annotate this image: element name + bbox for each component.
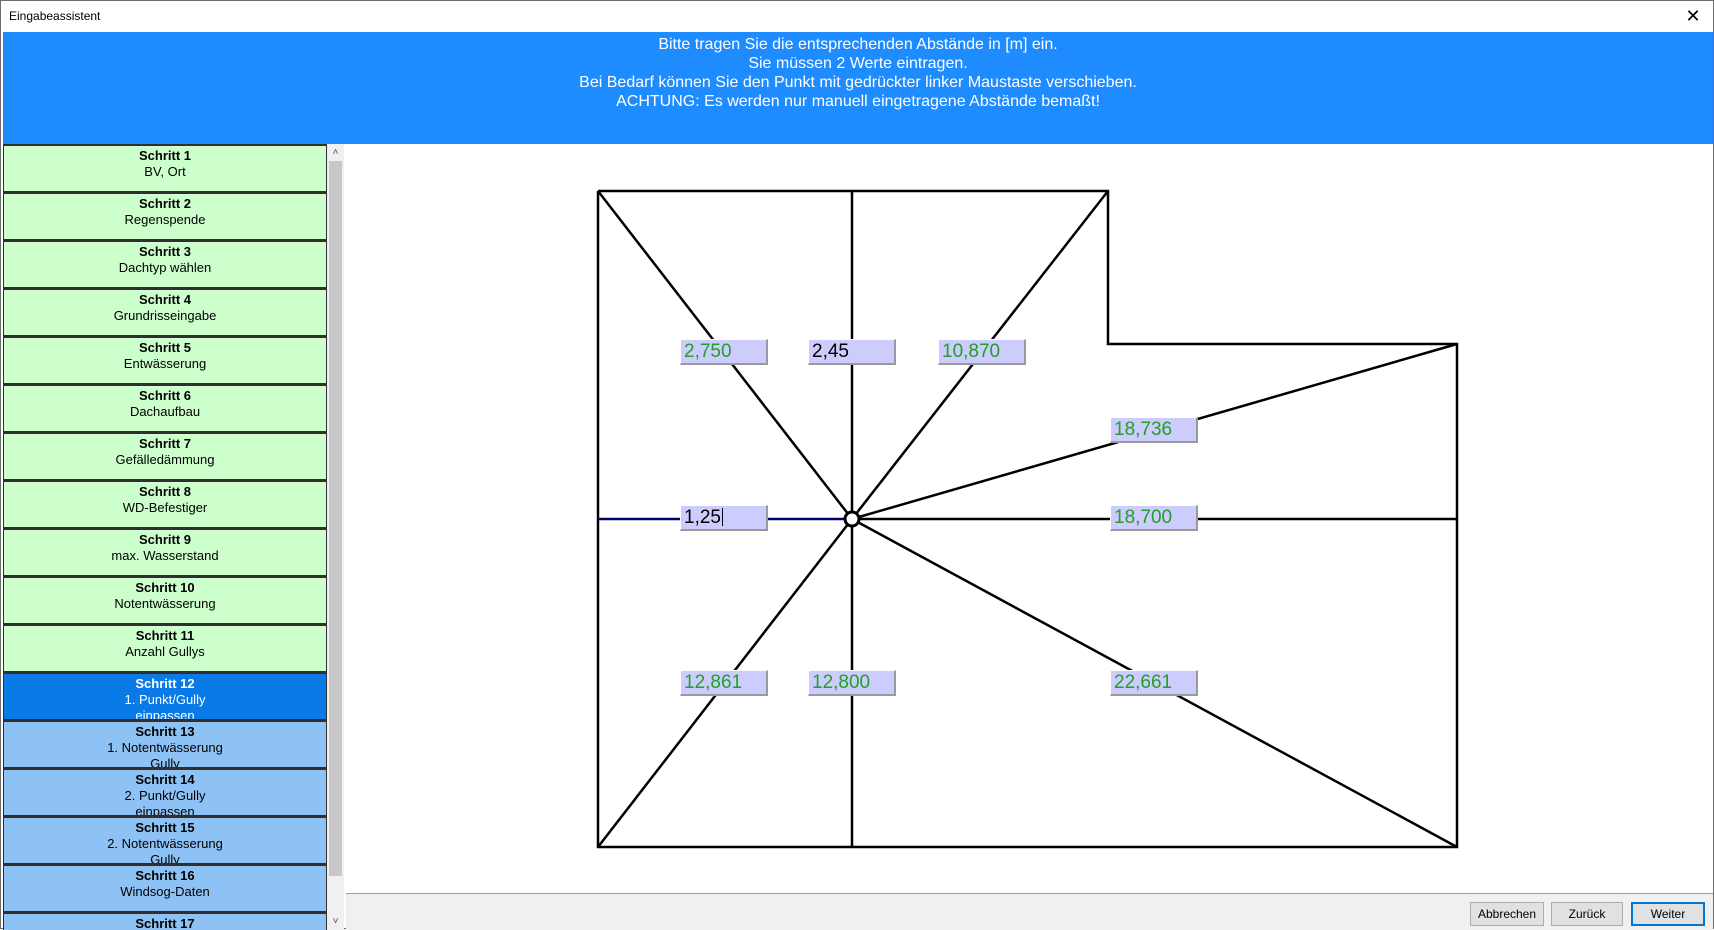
step-number: Schritt 15 <box>135 820 195 835</box>
back-button[interactable]: Zurück <box>1551 902 1623 926</box>
wizard-window: Eingabeassistent ✕ Bitte tragen Sie die … <box>0 0 1714 930</box>
step-number: Schritt 17 <box>135 916 195 930</box>
instruction-banner: Bitte tragen Sie die entsprechenden Abst… <box>3 32 1713 144</box>
distance-field-bottom-left[interactable]: 12,861 <box>680 670 768 696</box>
step-description: Anzahl Gullys <box>125 644 205 659</box>
button-bar: Abbrechen Zurück Weiter <box>346 893 1713 930</box>
instruction-line: Bitte tragen Sie die entsprechenden Abst… <box>658 36 1058 53</box>
step-item-11[interactable]: Schritt 11 Anzahl Gullys <box>3 624 327 672</box>
roof-plan-drawing <box>596 189 1459 849</box>
step-item-5[interactable]: Schritt 5 Entwässerung <box>3 336 327 384</box>
step-item-2[interactable]: Schritt 2 Regenspende <box>3 192 327 240</box>
step-item-17[interactable]: Schritt 17 <box>3 912 327 930</box>
step-item-6[interactable]: Schritt 6 Dachaufbau <box>3 384 327 432</box>
close-icon[interactable]: ✕ <box>1679 3 1707 29</box>
window-title: Eingabeassistent <box>9 9 101 23</box>
step-number: Schritt 2 <box>138 196 191 211</box>
step-number: Schritt 7 <box>138 436 191 451</box>
step-number: Schritt 12 <box>135 676 195 691</box>
drain-point-handle <box>843 510 861 528</box>
step-number: Schritt 6 <box>138 388 191 403</box>
step-description: Regenspende <box>124 212 206 227</box>
step-number: Schritt 9 <box>138 532 191 547</box>
step-number: Schritt 1 <box>138 148 191 163</box>
step-item-15[interactable]: Schritt 15 2. Notentwässerung Gully <box>3 816 327 864</box>
instruction-line: ACHTUNG: Es werden nur manuell eingetrag… <box>616 93 1100 110</box>
instruction-line: Bei Bedarf können Sie den Punkt mit gedr… <box>579 74 1137 91</box>
step-description: 1. Notentwässerung Gully <box>107 740 223 768</box>
distance-field-left-value: 1,25 <box>684 507 721 528</box>
step-number: Schritt 3 <box>138 244 191 259</box>
distance-field-bottom-center[interactable]: 12,800 <box>808 670 896 696</box>
step-number: Schritt 4 <box>138 292 191 307</box>
step-number: Schritt 8 <box>138 484 191 499</box>
step-description: BV, Ort <box>144 164 186 179</box>
distance-field-top-center[interactable]: 2,45 <box>808 339 896 365</box>
step-description: Entwässerung <box>123 356 207 371</box>
next-button[interactable]: Weiter <box>1631 902 1705 926</box>
step-description: max. Wasserstand <box>111 548 219 563</box>
step-description: Dachtyp wählen <box>118 260 212 275</box>
step-list-scrollbar[interactable]: ˄ ˅ <box>327 144 344 930</box>
step-description: WD-Befestiger <box>122 500 208 515</box>
step-description: 2. Punkt/Gully einpassen <box>124 788 206 816</box>
step-item-13[interactable]: Schritt 13 1. Notentwässerung Gully <box>3 720 327 768</box>
step-item-7[interactable]: Schritt 7 Gefälledämmung <box>3 432 327 480</box>
step-item-9[interactable]: Schritt 9 max. Wasserstand <box>3 528 327 576</box>
roof-drawing-canvas[interactable]: 2,750 2,45 10,870 18,736 1,25 18,700 12,… <box>346 144 1713 893</box>
step-item-8[interactable]: Schritt 8 WD-Befestiger <box>3 480 327 528</box>
step-item-16[interactable]: Schritt 16 Windsog-Daten <box>3 864 327 912</box>
step-item-12[interactable]: Schritt 12 1. Punkt/Gully einpassen <box>3 672 327 720</box>
step-description: Notentwässerung <box>114 596 216 611</box>
scrollbar-thumb[interactable] <box>329 161 342 876</box>
step-item-3[interactable]: Schritt 3 Dachtyp wählen <box>3 240 327 288</box>
step-description: Grundrisseingabe <box>113 308 217 323</box>
step-item-4[interactable]: Schritt 4 Grundrisseingabe <box>3 288 327 336</box>
step-description: 2. Notentwässerung Gully <box>107 836 223 864</box>
step-description: Dachaufbau <box>129 404 201 419</box>
step-item-1[interactable]: Schritt 1 BV, Ort <box>3 144 327 192</box>
step-number: Schritt 14 <box>135 772 195 787</box>
distance-field-top-left[interactable]: 2,750 <box>680 339 768 365</box>
step-number: Schritt 16 <box>135 868 195 883</box>
scroll-down-icon[interactable]: ˅ <box>327 913 344 930</box>
cancel-button[interactable]: Abbrechen <box>1470 902 1544 926</box>
step-number: Schritt 5 <box>138 340 191 355</box>
distance-field-right[interactable]: 18,700 <box>1110 505 1198 531</box>
step-item-10[interactable]: Schritt 10 Notentwässerung <box>3 576 327 624</box>
step-description: Windsog-Daten <box>120 884 210 899</box>
distance-field-diagonal-right[interactable]: 18,736 <box>1110 417 1198 443</box>
step-description: 1. Punkt/Gully einpassen <box>124 692 206 720</box>
step-list: Schritt 1 BV, Ort Schritt 2 Regenspende Schr… <box>3 144 327 930</box>
step-description: Gefälledämmung <box>115 452 215 467</box>
distance-field-top-right[interactable]: 10,870 <box>938 339 1026 365</box>
step-number: Schritt 13 <box>135 724 195 739</box>
instruction-line: Sie müssen 2 Werte eintragen. <box>748 55 968 72</box>
step-number: Schritt 11 <box>135 628 195 643</box>
title-bar: Eingabeassistent ✕ <box>1 1 1713 32</box>
text-caret <box>721 508 723 526</box>
step-number: Schritt 10 <box>135 580 195 595</box>
scroll-up-icon[interactable]: ˄ <box>327 144 344 161</box>
distance-field-bottom-right[interactable]: 22,661 <box>1110 670 1198 696</box>
step-item-14[interactable]: Schritt 14 2. Punkt/Gully einpassen <box>3 768 327 816</box>
distance-field-left[interactable]: 1,25 <box>680 505 768 531</box>
